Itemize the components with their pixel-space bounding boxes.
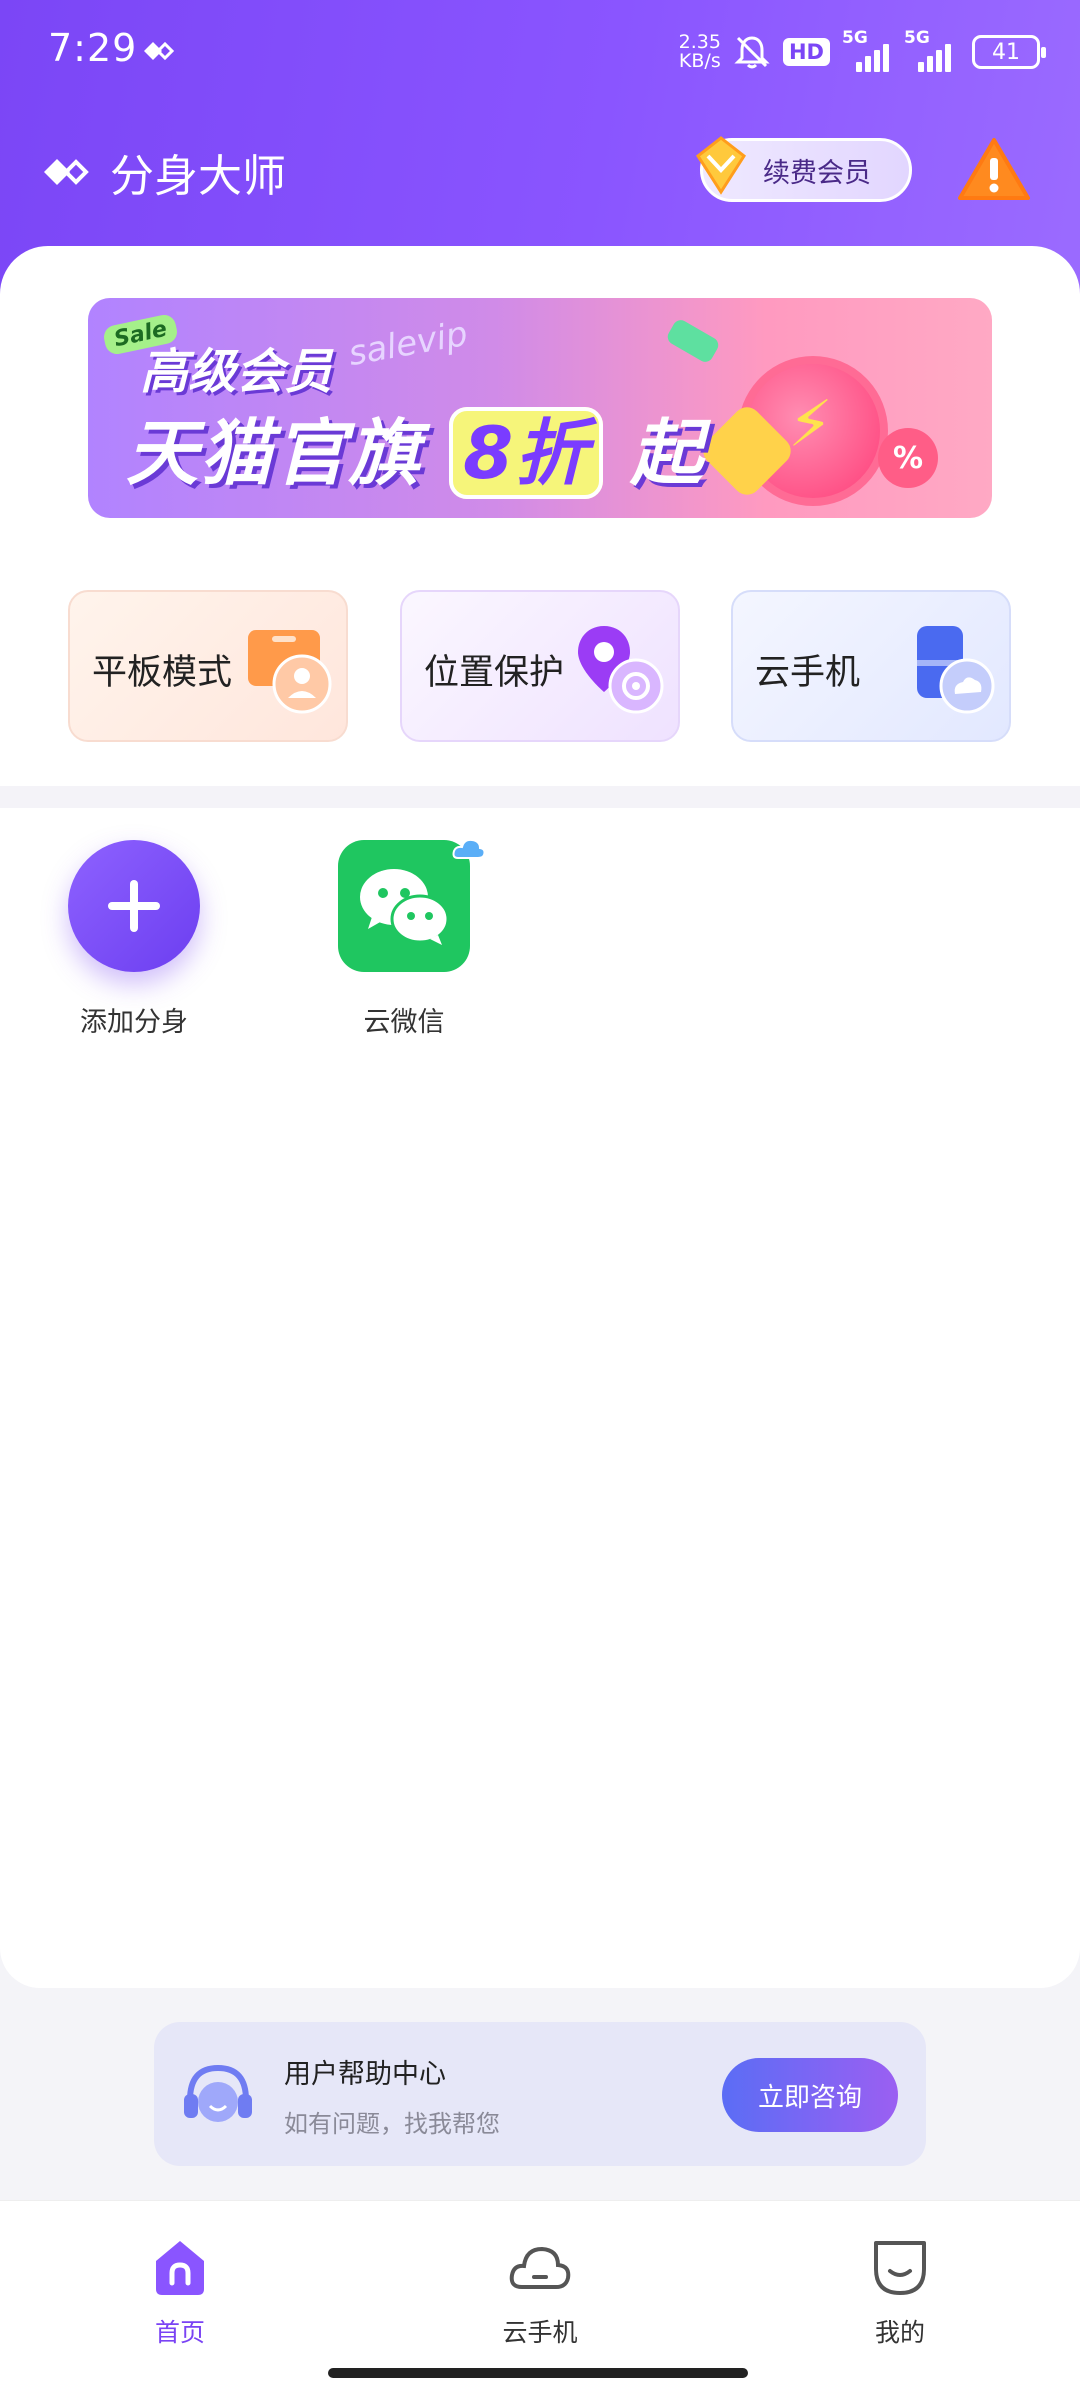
hd-badge: HD: [782, 38, 830, 66]
feature-label: 平板模式: [92, 653, 233, 693]
cloud-phone-icon: [917, 626, 995, 714]
signal-bar: [874, 50, 880, 72]
feature-cloud-phone[interactable]: 云手机: [731, 590, 1011, 742]
nav-cloud-phone[interactable]: 云手机: [460, 2235, 620, 2349]
signal-bar: [865, 56, 871, 72]
signal-bar: [936, 50, 942, 72]
nav-label: 云手机: [502, 2318, 578, 2347]
status-bar: 7:29 2.35 KB/s HD 5G 5G 41: [0, 0, 1080, 100]
warning-icon[interactable]: [958, 136, 1030, 202]
cloud-icon: [509, 2246, 571, 2289]
percent-badge: %: [878, 428, 938, 488]
consult-now-button[interactable]: 立即咨询: [722, 2058, 898, 2132]
feature-tablet-mode[interactable]: 平板模式: [68, 590, 348, 742]
wechat-icon[interactable]: [338, 838, 486, 972]
nav-home[interactable]: 首页: [100, 2235, 260, 2349]
signal-bar: [918, 62, 924, 72]
profile-face-icon: [874, 2241, 926, 2295]
banner-script-text: salevip: [345, 313, 471, 375]
app-title-text: 分身大师: [110, 151, 286, 202]
add-clone-button[interactable]: [68, 840, 200, 972]
home-icon: [156, 2241, 204, 2295]
location-pin-icon: [578, 626, 664, 714]
app-title: 分身大师: [42, 140, 286, 204]
signal-5g-2: 5G: [904, 28, 960, 72]
section-divider: [0, 786, 1080, 808]
signal-bar: [883, 44, 889, 72]
feature-label: 云手机: [755, 653, 861, 693]
plus-icon: [108, 880, 160, 932]
promo-banner[interactable]: ⚡ % salevip 高级会员 天猫官旗 8折 起 Sale: [88, 298, 992, 518]
signal-5g-1: 5G: [842, 28, 892, 72]
status-time: 7:29: [48, 26, 138, 70]
signal-bar: [927, 56, 933, 72]
nav-mine[interactable]: 我的: [820, 2235, 980, 2349]
app-grid: 添加分身 云微信: [0, 808, 1080, 1988]
wechat-bubbles-icon: [360, 869, 450, 945]
home-indicator[interactable]: [328, 2368, 748, 2378]
cloud-badge-icon: [452, 838, 486, 859]
status-icons: 2.35 KB/s HD 5G 5G 41: [678, 28, 1046, 76]
network-speed: 2.35 KB/s: [678, 31, 721, 72]
help-subtitle: 如有问题，找我帮您: [284, 2110, 500, 2138]
app-logo-icon: [44, 159, 89, 185]
add-clone-tile[interactable]: 添加分身: [44, 840, 224, 1039]
help-title: 用户帮助中心: [284, 2059, 446, 2090]
headset-icon: [184, 2064, 252, 2122]
feature-label: 位置保护: [424, 653, 565, 693]
mute-bell-icon: [734, 36, 770, 69]
app-status-icon: [144, 41, 175, 61]
lightning-icon: ⚡: [788, 388, 833, 462]
help-center-card[interactable]: 用户帮助中心 如有问题，找我帮您 立即咨询: [154, 2022, 926, 2166]
banner-line2: 天猫官旗 8折 起: [126, 394, 704, 499]
cloud-wechat-tile[interactable]: 云微信: [314, 838, 494, 1039]
battery-indicator: 41: [972, 35, 1046, 69]
banner-decoration: [664, 317, 722, 365]
banner-discount: 8折: [449, 407, 604, 499]
app-label: 添加分身: [80, 1007, 188, 1038]
vip-crown-icon: [696, 136, 746, 195]
tablet-user-icon: [248, 630, 332, 714]
signal-bar: [945, 44, 951, 72]
nav-label: 我的: [874, 2318, 925, 2347]
feature-location-protection[interactable]: 位置保护: [400, 590, 680, 742]
signal-bar: [856, 62, 862, 72]
nav-label: 首页: [154, 2318, 205, 2347]
app-label: 云微信: [363, 1007, 445, 1038]
